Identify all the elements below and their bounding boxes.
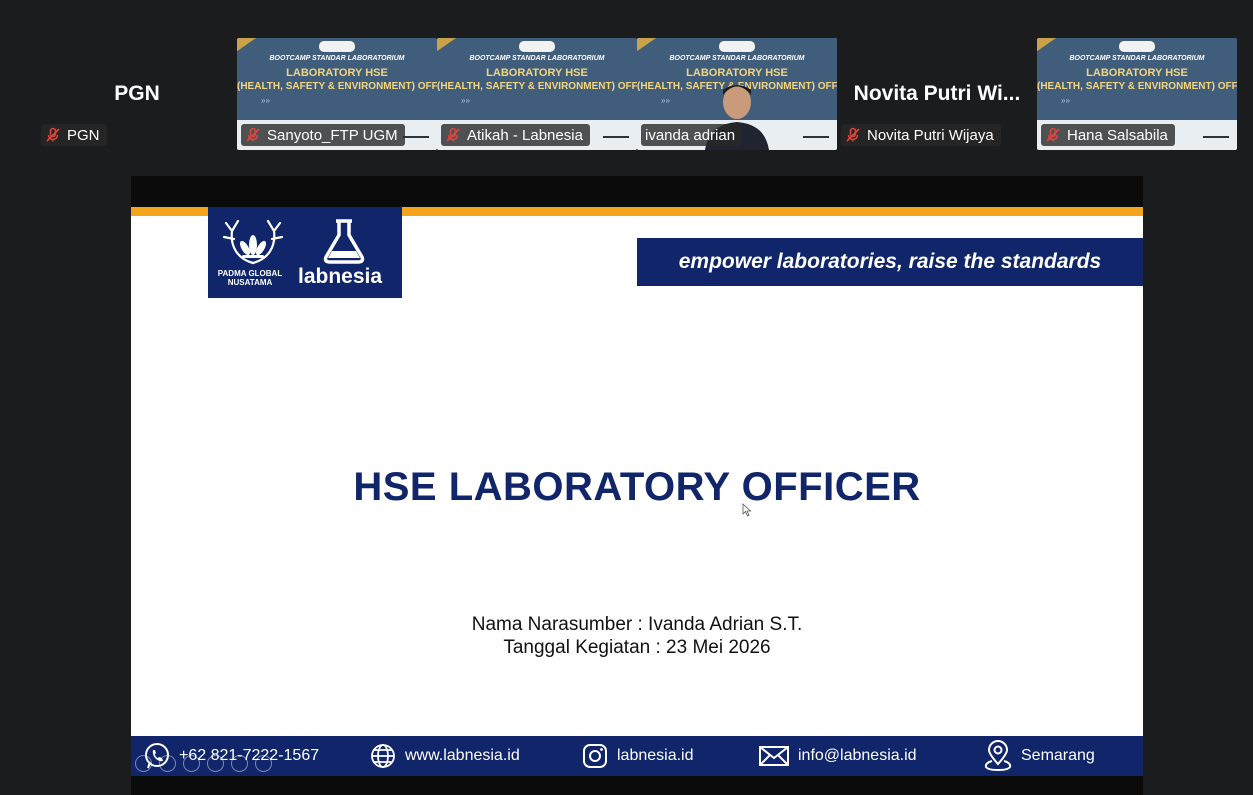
thumb-line-3: (HEALTH, SAFETY & ENVIRONMENT) OFFICER [437, 81, 637, 92]
brand-logo-block: PADMA GLOBAL NUSATAMA labnesia [208, 207, 402, 298]
padma-lotus-antler-icon [222, 219, 284, 265]
participant-name-label: PGN [67, 126, 100, 144]
event-date-line: Tanggal Kegiatan : 23 Mei 2026 [503, 637, 771, 658]
speaker-name-line: Nama Narasumber : Ivanda Adrian S.T. [471, 614, 803, 635]
next-slide-button[interactable] [159, 755, 176, 772]
thumb-line-2: LABORATORY HSE [1086, 67, 1188, 79]
footer-email-text: info@labnesia.id [798, 747, 917, 764]
participant-name-tag: ivanda adrian [641, 124, 743, 146]
mail-icon [759, 746, 789, 766]
padma-logo-text: PADMA GLOBAL NUSATAMA [217, 269, 283, 287]
participant-name-label: Novita Putri Wijaya [867, 126, 994, 144]
thumb-line-1: BOOTCAMP STANDAR LABORATORIUM [269, 55, 405, 62]
thumb-line-2: LABORATORY HSE [686, 67, 788, 79]
slideshow-controls [135, 755, 272, 772]
footer-instagram: labnesia.id [581, 736, 694, 776]
location-pin-icon [984, 740, 1012, 772]
footer-website: www.labnesia.id [369, 736, 520, 776]
flask-icon [323, 219, 365, 264]
participant-name-label: Sanyoto_FTP UGM [267, 126, 398, 144]
participant-display-name: Novita Putri Wi... [853, 82, 1021, 105]
participant-tile-ivanda-active-speaker[interactable]: BOOTCAMP STANDAR LABORATORIUM LABORATORY… [637, 38, 837, 150]
footer-website-text: www.labnesia.id [405, 747, 520, 764]
mic-muted-icon [446, 127, 460, 142]
mic-muted-icon [246, 127, 260, 142]
tagline-banner: empower laboratories, raise the standard… [637, 238, 1143, 286]
footer-instagram-text: labnesia.id [617, 747, 694, 764]
participant-name-tag: Atikah - Labnesia [441, 124, 590, 146]
zoom-button[interactable] [231, 755, 248, 772]
footer-location: Semarang [983, 736, 1095, 776]
footer-location-text: Semarang [1021, 747, 1095, 764]
thumb-arrows: »» [461, 96, 470, 105]
participant-name-tag: PGN [41, 124, 107, 146]
globe-icon [371, 744, 395, 768]
thumb-line-2: LABORATORY HSE [286, 67, 388, 79]
participant-name-tag: Hana Salsabila [1041, 124, 1175, 146]
participant-tile-atikah[interactable]: BOOTCAMP STANDAR LABORATORIUM LABORATORY… [437, 38, 637, 150]
thumb-arrows: »» [661, 96, 670, 105]
participant-name-tag: Sanyoto_FTP UGM [241, 124, 405, 146]
labnesia-logo-text: labnesia [298, 265, 383, 288]
tagline-text: empower laboratories, raise the standard… [678, 250, 1102, 273]
screen-share-view[interactable]: PADMA GLOBAL NUSATAMA labnesia empower l… [131, 176, 1143, 795]
thumb-line-1: BOOTCAMP STANDAR LABORATORIUM [1069, 55, 1205, 62]
mic-muted-icon [46, 127, 60, 142]
more-options-button[interactable] [255, 755, 272, 772]
thumb-line-3: (HEALTH, SAFETY & ENVIRONMENT) OFFICER [1037, 81, 1237, 92]
participant-display-name: PGN [114, 82, 160, 105]
thumb-arrows: »» [261, 96, 270, 105]
previous-slide-button[interactable] [135, 755, 152, 772]
participant-name-tag: Novita Putri Wijaya [841, 124, 1001, 146]
thumb-arrows: »» [1061, 96, 1070, 105]
participant-name-label: Atikah - Labnesia [467, 126, 583, 144]
participant-tile-novita[interactable]: Novita Putri Wi... Novita Putri Wijaya [837, 38, 1037, 150]
thumb-line-1: BOOTCAMP STANDAR LABORATORIUM [469, 55, 605, 62]
participant-tile-sanyoto[interactable]: BOOTCAMP STANDAR LABORATORIUM LABORATORY… [237, 38, 437, 150]
presentation-slide: PADMA GLOBAL NUSATAMA labnesia empower l… [131, 207, 1143, 776]
participant-name-label: Hana Salsabila [1067, 126, 1168, 144]
thumb-line-3: (HEALTH, SAFETY & ENVIRONMENT) OFFICER [237, 81, 437, 92]
mic-muted-icon [1046, 127, 1060, 142]
participant-name-label: ivanda adrian [645, 126, 736, 144]
footer-email: info@labnesia.id [758, 736, 917, 776]
see-all-slides-button[interactable] [207, 755, 224, 772]
instagram-icon [583, 744, 607, 768]
mouse-cursor-icon [742, 503, 752, 517]
participant-tile-pgn[interactable]: PGN PGN [37, 38, 237, 150]
participant-tile-hana[interactable]: BOOTCAMP STANDAR LABORATORIUM LABORATORY… [1037, 38, 1237, 150]
thumb-line-2: LABORATORY HSE [486, 67, 588, 79]
slide-title: HSE LABORATORY OFFICER [353, 465, 921, 509]
pen-tool-button[interactable] [183, 755, 200, 772]
mic-muted-icon [846, 127, 860, 142]
contact-footer: +62 821-7222-1567 www.labnesia.id labnes… [131, 736, 1143, 776]
thumb-line-1: BOOTCAMP STANDAR LABORATORIUM [669, 55, 805, 62]
